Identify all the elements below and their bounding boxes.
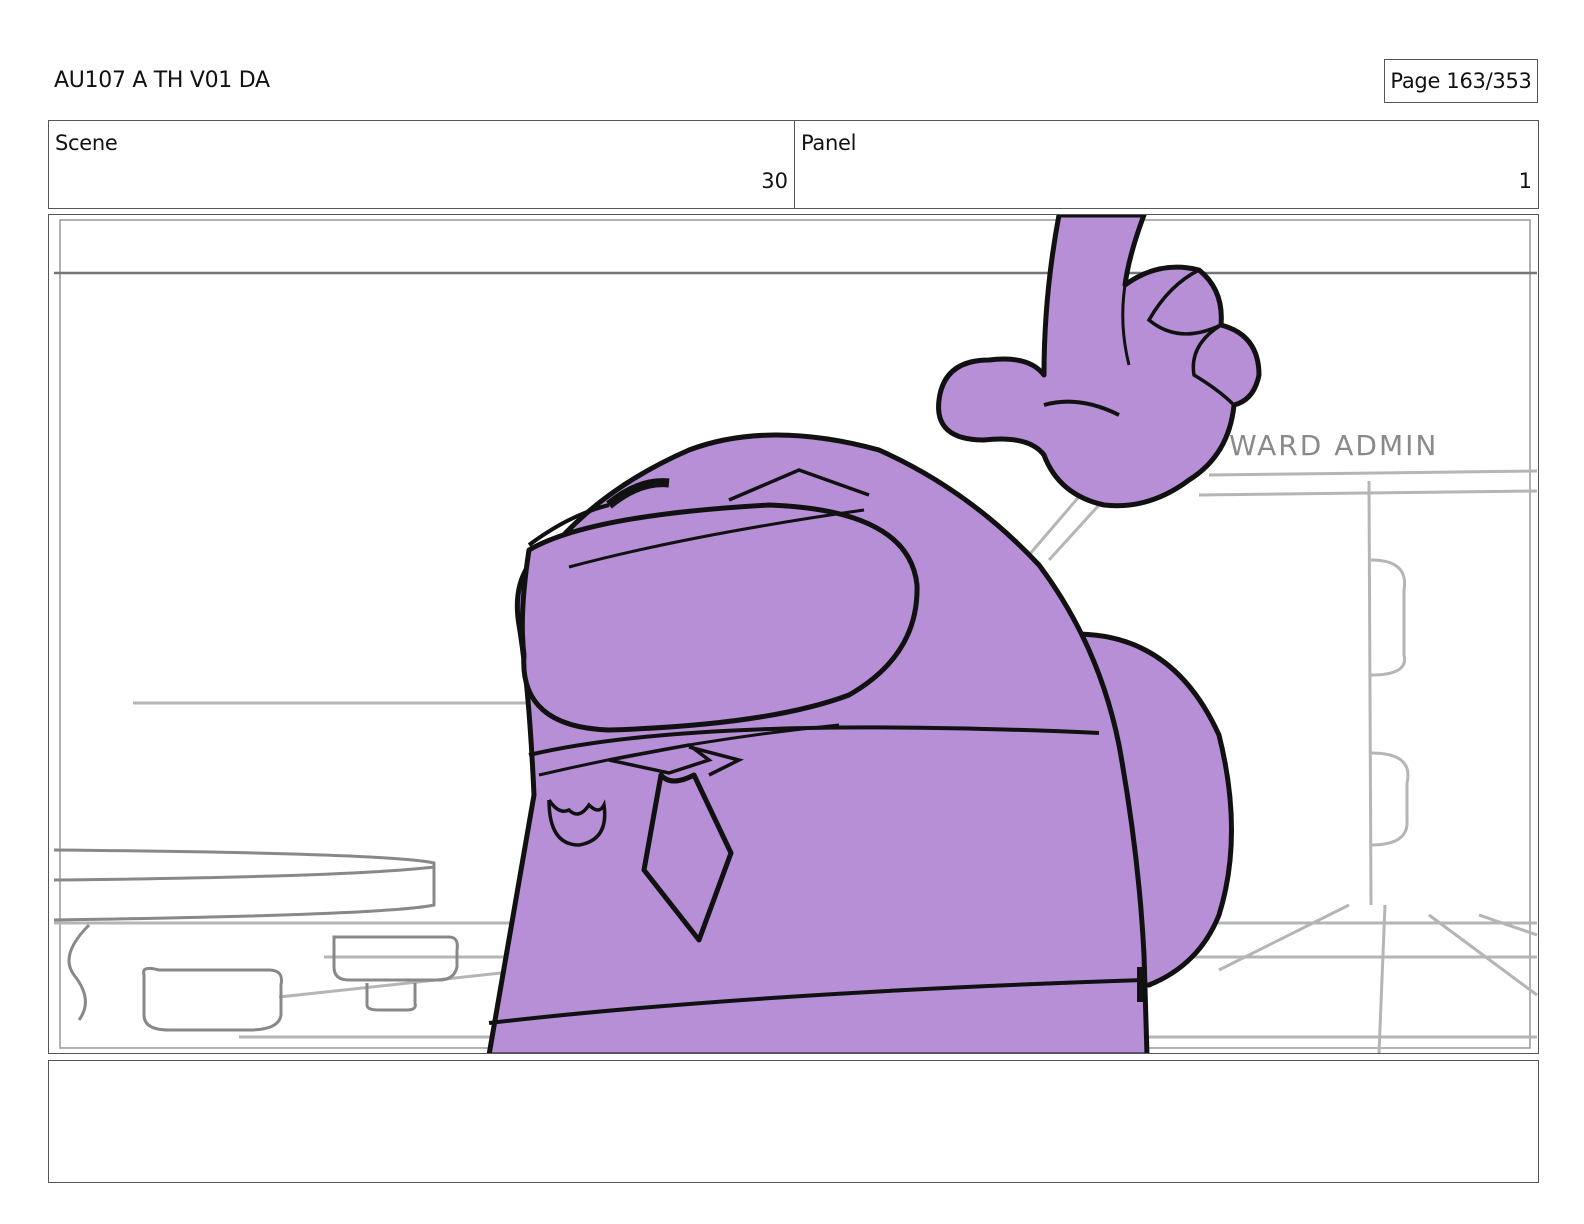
table-sketch — [53, 848, 459, 1032]
character-figure — [486, 215, 1262, 1053]
scene-panel-header: Scene 30 Panel 1 — [48, 120, 1539, 209]
page-number: Page 163/353 — [1384, 59, 1538, 103]
sign-text: WARD ADMIN — [1229, 429, 1438, 462]
panel-label: Panel — [801, 131, 857, 155]
belt-buckle — [1137, 967, 1147, 1002]
scene-label: Scene — [55, 131, 118, 155]
panel-notes — [48, 1060, 1539, 1183]
panel-value: 1 — [1518, 169, 1532, 193]
storyboard-frame: WARD ADMIN — [48, 214, 1539, 1054]
document-title: AU107 A TH V01 DA — [54, 68, 270, 93]
storyboard-drawing: WARD ADMIN — [53, 215, 1538, 1053]
scene-value: 30 — [761, 169, 788, 193]
panel-cell: Panel 1 — [795, 121, 1538, 208]
scene-cell: Scene 30 — [49, 121, 795, 208]
